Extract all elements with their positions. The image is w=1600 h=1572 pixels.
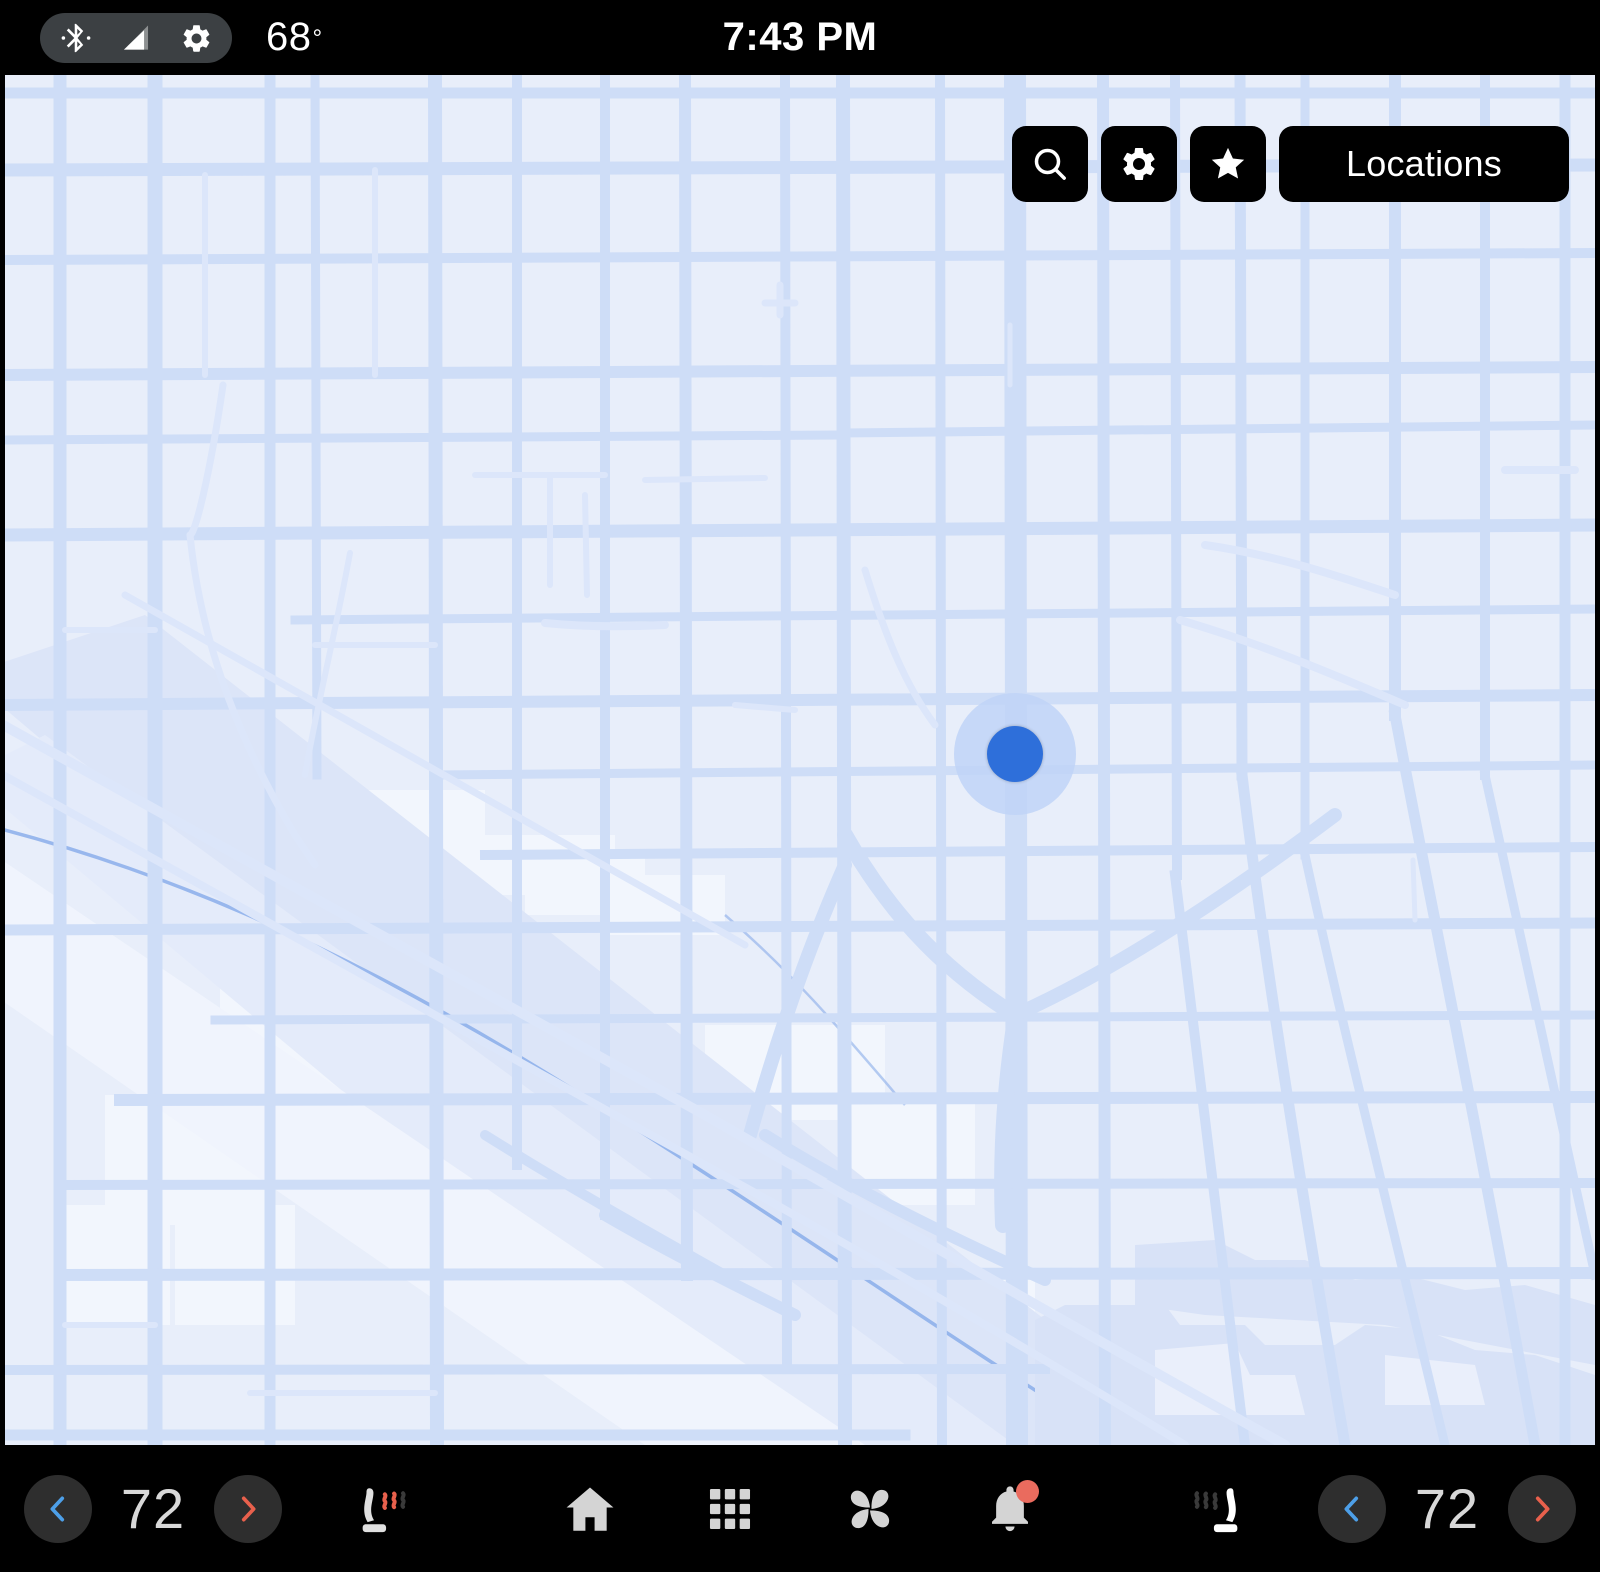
passenger-temp-decrease-button[interactable]	[1318, 1474, 1386, 1543]
notifications-button[interactable]	[970, 1469, 1050, 1549]
grid-apps-icon	[709, 1488, 751, 1529]
passenger-heated-seat-button[interactable]	[1176, 1466, 1262, 1552]
gear-icon	[1123, 148, 1155, 180]
clock: 7:43 PM	[722, 15, 878, 59]
passenger-temp-increase-button[interactable]	[1508, 1474, 1576, 1543]
apps-button[interactable]	[690, 1469, 770, 1549]
chevron-right-icon	[1535, 1496, 1550, 1521]
locations-button[interactable]: Locations	[1279, 126, 1569, 202]
home-icon	[566, 1486, 614, 1531]
notification-badge	[1016, 1479, 1039, 1503]
infotainment-screen: Locations 68° 7:43 PM 72 72	[0, 0, 1600, 1572]
driver-heated-seat-button[interactable]	[338, 1466, 424, 1552]
heated-seat-icon	[362, 1487, 406, 1532]
passenger-climate-group: 72	[1176, 1445, 1576, 1572]
status-bar: 68° 7:43 PM	[0, 0, 1600, 75]
nav-center-group	[550, 1445, 1050, 1572]
driver-temp-increase-button[interactable]	[214, 1474, 282, 1543]
bottom-bar: 72 72	[0, 1445, 1600, 1572]
chevron-right-icon	[241, 1496, 256, 1521]
heated-seat-icon	[1194, 1487, 1238, 1532]
map-settings-button[interactable]	[1101, 126, 1177, 202]
home-button[interactable]	[550, 1469, 630, 1549]
passenger-temperature-value: 72	[1414, 1476, 1480, 1540]
chevron-left-icon	[50, 1496, 65, 1521]
map-control-bar: Locations	[1012, 126, 1569, 202]
fan-icon	[850, 1489, 890, 1528]
driver-temperature-value: 72	[120, 1476, 186, 1540]
map-canvas[interactable]	[5, 75, 1595, 1445]
map-render	[5, 75, 1595, 1445]
driver-climate-group: 72	[24, 1445, 424, 1572]
search-button[interactable]	[1012, 126, 1088, 202]
search-icon	[1034, 148, 1066, 180]
chevron-left-icon	[1344, 1496, 1359, 1521]
star-icon	[1211, 147, 1245, 179]
favorites-button[interactable]	[1190, 126, 1266, 202]
climate-button[interactable]	[830, 1469, 910, 1549]
driver-temp-decrease-button[interactable]	[24, 1474, 92, 1543]
locations-button-label: Locations	[1346, 143, 1502, 184]
